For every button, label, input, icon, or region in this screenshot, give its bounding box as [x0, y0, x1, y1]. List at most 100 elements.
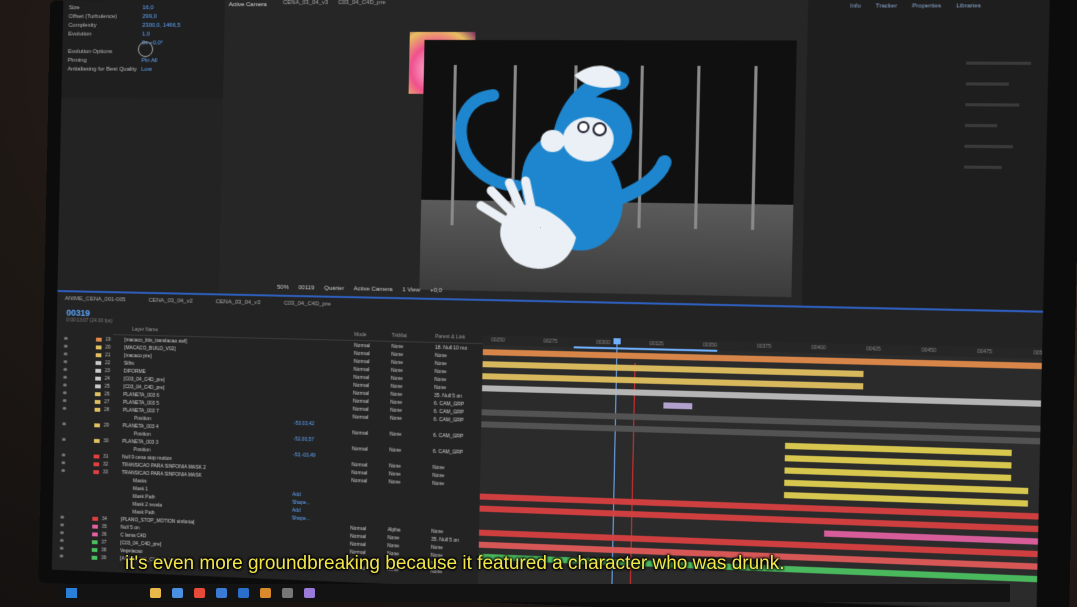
viewer-toolbar-item[interactable]: Quarter — [324, 286, 344, 292]
layer-label-color[interactable] — [93, 470, 100, 475]
visibility-eye-icon[interactable] — [59, 538, 64, 542]
visibility-eye-icon[interactable] — [62, 406, 67, 410]
visibility-eye-icon[interactable] — [59, 554, 64, 558]
visibility-eye-icon[interactable] — [63, 360, 68, 364]
layer-label-color[interactable] — [95, 353, 102, 358]
effect-property-value[interactable]: Low — [141, 66, 152, 74]
layer-label-color[interactable] — [95, 361, 102, 366]
layer-label-color[interactable] — [93, 462, 100, 467]
visibility-eye-icon[interactable] — [60, 515, 65, 519]
visibility-eye-icon[interactable] — [62, 399, 67, 403]
viewer-toolbar-item[interactable]: 50% — [277, 285, 289, 291]
effect-property-value[interactable]: 16,0 — [142, 4, 153, 12]
layer-duration-bar[interactable] — [784, 442, 1012, 457]
visibility-eye-icon[interactable] — [63, 383, 67, 387]
viewer-comp-tab[interactable]: C03_04_C4D_pre — [338, 0, 386, 6]
layer-number: 28 — [103, 407, 110, 414]
effect-property-row[interactable]: Offset (Turbulence) 299,0 — [69, 13, 157, 21]
ruler-tick-label: 00275 — [543, 338, 558, 345]
visibility-eye-icon[interactable] — [63, 344, 68, 348]
layer-label-color[interactable] — [94, 423, 100, 428]
layer-label-color[interactable] — [91, 555, 98, 560]
viewer-toolbar-item[interactable]: 00119 — [298, 285, 314, 291]
layer-name-header[interactable]: Layer Name — [132, 327, 158, 333]
visibility-eye-icon[interactable] — [63, 375, 68, 379]
viewer-comp-tab[interactable]: CENA_03_04_v3 — [283, 0, 328, 6]
right-panel-tab[interactable]: Libraries — [956, 3, 981, 9]
effect-property-row[interactable]: Antialiasing for Best Quality Low — [67, 66, 152, 74]
layer-label-color[interactable] — [92, 532, 98, 537]
windows-start-icon[interactable] — [66, 588, 77, 598]
viewer-toolbar-item[interactable]: Active Camera — [354, 286, 393, 293]
layer-label-color[interactable] — [94, 392, 101, 397]
layer-duration-bar[interactable] — [784, 467, 1011, 482]
visibility-eye-icon[interactable] — [59, 546, 64, 550]
visibility-eye-icon[interactable] — [60, 523, 65, 527]
right-panel-tab[interactable]: Info — [850, 3, 861, 9]
layer-duration-bar[interactable] — [784, 455, 1012, 469]
visibility-eye-icon[interactable] — [60, 531, 64, 535]
layer-label-color[interactable] — [91, 540, 98, 545]
layer-label-color[interactable] — [92, 524, 98, 529]
mail-icon[interactable] — [216, 588, 227, 598]
layer-label-color[interactable] — [95, 376, 101, 381]
layer-label-color[interactable] — [93, 454, 100, 459]
effect-property-value[interactable]: Pin All — [141, 57, 157, 65]
layer-label-color[interactable] — [92, 516, 99, 521]
timeline-tab[interactable]: CENA_03_04_v2 — [148, 298, 192, 305]
timeline-tab[interactable]: C03_04_C4D_pre — [284, 301, 331, 308]
layer-label-color[interactable] — [95, 337, 102, 342]
current-timecode[interactable]: 00319 — [66, 308, 90, 318]
trkmat-header[interactable]: TrkMat — [392, 333, 407, 339]
after-effects-window: Size 16,0 Offset (Turbulence) 299,0 Complexi… — [51, 0, 1050, 607]
timeline-tab[interactable]: ANIME_CENA_001-005 — [65, 296, 126, 303]
effect-property-value[interactable]: 2300,0, 1466,5 — [142, 22, 180, 30]
mode-header[interactable]: Mode — [354, 332, 366, 338]
effect-property-value[interactable]: 1,0 — [142, 31, 150, 39]
layer-label-color[interactable] — [94, 399, 101, 405]
store-icon[interactable] — [282, 588, 293, 598]
layer-label-color[interactable] — [95, 368, 102, 373]
right-panel-tab[interactable]: Tracker — [876, 3, 898, 9]
parent-header[interactable]: Parent & Link — [435, 334, 465, 341]
evolution-dial-icon[interactable] — [137, 41, 154, 58]
visibility-eye-icon[interactable] — [63, 367, 68, 371]
effect-property-row[interactable]: Pinning Pin All — [68, 57, 158, 65]
layer-duration-bar[interactable] — [783, 491, 1029, 507]
composition-viewer: Active Camera CENA_03_04_v3 C03_04_C4D_pr… — [218, 0, 809, 306]
visibility-eye-icon[interactable] — [61, 453, 66, 457]
browser-icon[interactable] — [172, 588, 183, 598]
layer-label-color[interactable] — [95, 345, 102, 350]
layer-label-color[interactable] — [91, 547, 98, 553]
after-effects-icon[interactable] — [304, 588, 315, 598]
visibility-eye-icon[interactable] — [62, 391, 67, 395]
visibility-eye-icon[interactable] — [62, 422, 67, 426]
visibility-eye-icon[interactable] — [63, 336, 68, 340]
effect-property-row[interactable]: Complexity 2300,0, 1466,5 — [68, 22, 180, 30]
viewer-toolbar-item[interactable]: +0,0 — [430, 288, 442, 294]
viewer-toolbar-item[interactable]: 1 View — [402, 287, 420, 293]
layer-number: 24 — [104, 375, 110, 382]
track-matte-dropdown[interactable]: None — [391, 343, 403, 351]
effect-property-row[interactable]: Evolution 1,0 — [68, 31, 150, 39]
layer-duration-bar[interactable] — [482, 385, 1050, 408]
layer-number: 36 — [101, 531, 107, 538]
visibility-eye-icon[interactable] — [61, 461, 66, 465]
file-explorer-icon[interactable] — [150, 588, 161, 598]
visibility-eye-icon[interactable] — [61, 468, 66, 473]
effect-property-value[interactable]: 299,0 — [142, 13, 156, 21]
effect-property-row[interactable]: Size 16,0 — [69, 4, 154, 12]
visibility-eye-icon[interactable] — [61, 437, 66, 441]
layer-label-color[interactable] — [95, 384, 101, 389]
illustrator-icon[interactable] — [260, 588, 271, 598]
timeline-tab[interactable]: CENA_03_04_v3 — [216, 299, 261, 306]
layer-duration-bar[interactable] — [783, 479, 1029, 495]
right-panel-tab[interactable]: Properties — [912, 3, 941, 9]
visibility-eye-icon[interactable] — [63, 352, 68, 356]
layer-label-color[interactable] — [93, 438, 100, 443]
photoshop-icon[interactable] — [238, 588, 249, 598]
layer-label-color[interactable] — [94, 407, 101, 412]
effect-property-row[interactable]: Evolution Options — [68, 48, 113, 56]
chrome-icon[interactable] — [194, 588, 205, 598]
layer-duration-bar[interactable] — [663, 402, 693, 410]
